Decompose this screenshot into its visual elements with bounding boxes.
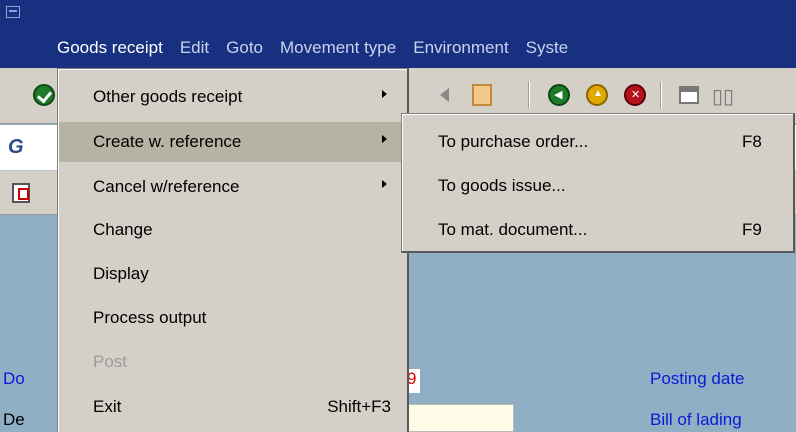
- submenu-arrow-icon: [382, 90, 387, 98]
- menu-bar: Goods receipt Edit Goto Movement type En…: [57, 38, 585, 58]
- menu-item-post: Post: [93, 352, 128, 371]
- create-w-reference-submenu: To purchase order... F8 To goods issue..…: [401, 113, 795, 253]
- menu-item-exit[interactable]: Exit Shift+F3: [59, 387, 407, 427]
- toolbar-separator: [660, 82, 662, 108]
- cancel-icon[interactable]: [624, 84, 646, 106]
- submenu-item-to-purchase-order[interactable]: To purchase order... F8: [402, 121, 792, 161]
- menu-item-create-w-reference[interactable]: Create w. reference: [59, 122, 407, 162]
- save-icon[interactable]: [472, 84, 492, 106]
- delivery-note-label: De: [3, 410, 25, 429]
- menu-goods-receipt[interactable]: Goods receipt: [57, 38, 163, 58]
- screen-title: G: [8, 136, 24, 158]
- submenu-item-to-goods-issue[interactable]: To goods issue...: [402, 165, 792, 205]
- menu-edit[interactable]: Edit: [180, 38, 209, 58]
- print-icon[interactable]: [679, 86, 699, 104]
- menu-system[interactable]: Syste: [526, 38, 569, 58]
- menu-item-process-output[interactable]: Process output: [59, 298, 407, 338]
- title-bar: Goods receipt Edit Goto Movement type En…: [0, 0, 796, 68]
- bill-of-lading-label: Bill of lading: [650, 410, 742, 429]
- enter-icon[interactable]: [33, 84, 55, 106]
- find-icon[interactable]: ▯▯: [712, 84, 734, 108]
- delivery-note-input[interactable]: [406, 404, 514, 432]
- menu-item-cancel-w-reference[interactable]: Cancel w/reference: [59, 167, 407, 207]
- system-menu-icon[interactable]: [6, 6, 20, 18]
- document-date-label: Do: [3, 369, 25, 388]
- document-icon[interactable]: [12, 183, 30, 203]
- submenu-item-to-mat-document[interactable]: To mat. document... F9: [402, 209, 792, 249]
- posting-date-label: Posting date: [650, 369, 745, 388]
- back-icon[interactable]: [548, 84, 570, 106]
- menu-item-other-goods-receipt[interactable]: Other goods receipt: [59, 77, 407, 117]
- goods-receipt-menu: Other goods receipt Create w. reference …: [57, 68, 409, 432]
- menu-movement-type[interactable]: Movement type: [280, 38, 396, 58]
- menu-environment[interactable]: Environment: [413, 38, 508, 58]
- submenu-arrow-icon: [382, 135, 387, 143]
- menu-item-display[interactable]: Display: [59, 254, 407, 294]
- exit-icon[interactable]: [586, 84, 608, 106]
- toolbar-separator: [528, 82, 530, 108]
- menu-item-change[interactable]: Change: [59, 210, 407, 250]
- command-field-arrow-icon[interactable]: [440, 88, 449, 102]
- submenu-arrow-icon: [382, 180, 387, 188]
- menu-goto[interactable]: Goto: [226, 38, 263, 58]
